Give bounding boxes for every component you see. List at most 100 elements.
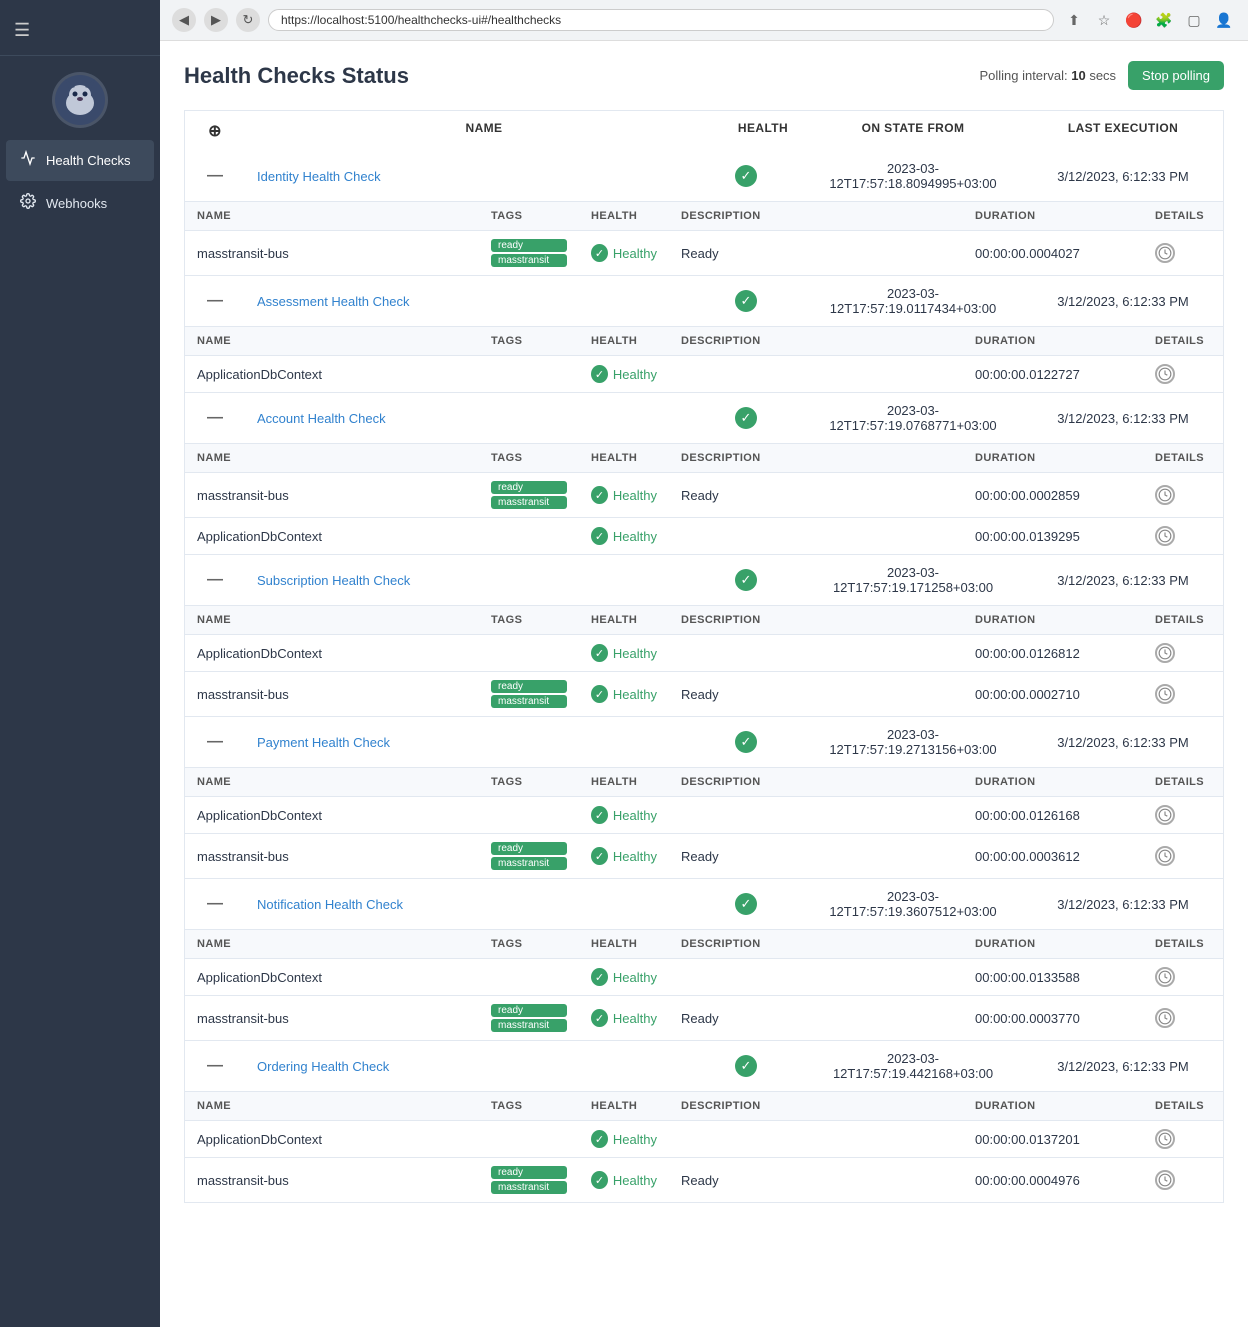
check-tags [479, 645, 579, 661]
check-details[interactable] [1143, 356, 1223, 392]
check-details[interactable] [1143, 235, 1223, 271]
check-tags: readymasstransit [479, 672, 579, 716]
sub-table: NAMETAGSHEALTHDESCRIPTIONDURATIONDETAILS… [184, 606, 1224, 717]
history-icon[interactable] [1155, 485, 1175, 505]
share-icon[interactable]: ⬆ [1062, 8, 1086, 32]
health-table: ⊕ NAME HEALTH ON STATE FROM LAST EXECUTI… [184, 110, 1224, 1203]
service-name[interactable]: Payment Health Check [245, 725, 723, 760]
health-label: Healthy [613, 246, 657, 261]
service-row: — Payment Health Check ✓ 2023-03-12T17:5… [184, 717, 1224, 768]
check-details[interactable] [1143, 1121, 1223, 1157]
check-tags: readymasstransit [479, 996, 579, 1040]
table-row: ApplicationDbContext ✓ Healthy 00:00:00.… [185, 797, 1223, 834]
history-icon[interactable] [1155, 243, 1175, 263]
sub-col-header-0: NAME [185, 202, 479, 230]
health-badge: ✓ Healthy [591, 365, 657, 383]
sub-table: NAMETAGSHEALTHDESCRIPTIONDURATIONDETAILS… [184, 1092, 1224, 1203]
health-check-icon: ✓ [591, 1130, 608, 1148]
sidebar-item-health-checks[interactable]: Health Checks [6, 140, 154, 181]
check-health: ✓ Healthy [579, 357, 669, 391]
history-icon[interactable] [1155, 1008, 1175, 1028]
table-row: masstransit-bus readymasstransit ✓ Healt… [185, 834, 1223, 878]
health-indicator: ✓ [735, 569, 757, 591]
collapse-icon[interactable]: — [185, 1047, 245, 1085]
sub-col-header-2: HEALTH [579, 1092, 669, 1120]
history-icon[interactable] [1155, 643, 1175, 663]
sub-table: NAMETAGSHEALTHDESCRIPTIONDURATIONDETAILS… [184, 327, 1224, 393]
page-title: Health Checks Status [184, 63, 409, 89]
back-button[interactable]: ◀ [172, 8, 196, 32]
collapse-icon[interactable]: — [185, 282, 245, 320]
sub-col-header-0: NAME [185, 327, 479, 355]
browser-bar: ◀ ▶ ↻ https://localhost:5100/healthcheck… [160, 0, 1248, 41]
service-name[interactable]: Account Health Check [245, 401, 723, 436]
check-health: ✓ Healthy [579, 1001, 669, 1035]
profile-icon[interactable]: 👤 [1212, 8, 1236, 32]
check-details[interactable] [1143, 838, 1223, 874]
service-name[interactable]: Ordering Health Check [245, 1049, 723, 1084]
service-name[interactable]: Identity Health Check [245, 159, 723, 194]
collapse-icon[interactable]: — [185, 885, 245, 923]
history-icon[interactable] [1155, 805, 1175, 825]
collapse-icon[interactable]: — [185, 561, 245, 599]
tag: masstransit [491, 254, 567, 267]
table-row: masstransit-bus readymasstransit ✓ Healt… [185, 231, 1223, 275]
health-check-icon: ✓ [591, 1009, 608, 1027]
window-icon[interactable]: ▢ [1182, 8, 1206, 32]
service-name[interactable]: Subscription Health Check [245, 563, 723, 598]
history-icon[interactable] [1155, 1170, 1175, 1190]
hamburger-icon[interactable]: ☰ [14, 20, 30, 41]
history-icon[interactable] [1155, 1129, 1175, 1149]
forward-button[interactable]: ▶ [204, 8, 228, 32]
check-details[interactable] [1143, 797, 1223, 833]
star-icon[interactable]: ☆ [1092, 8, 1116, 32]
sub-col-header-5: DETAILS [1143, 606, 1223, 634]
check-name: masstransit-bus [185, 1003, 479, 1034]
collapse-icon[interactable]: — [185, 157, 245, 195]
tag: ready [491, 1004, 567, 1017]
history-icon[interactable] [1155, 846, 1175, 866]
collapse-icon[interactable]: — [185, 399, 245, 437]
service-health: ✓ [723, 280, 803, 322]
check-details[interactable] [1143, 477, 1223, 513]
sub-table: NAMETAGSHEALTHDESCRIPTIONDURATIONDETAILS… [184, 202, 1224, 276]
health-check-icon: ✓ [591, 1171, 608, 1189]
puzzle-icon[interactable]: 🧩 [1152, 8, 1176, 32]
stop-polling-button[interactable]: Stop polling [1128, 61, 1224, 90]
check-health: ✓ Healthy [579, 1122, 669, 1156]
extension-icon[interactable]: 🔴 [1122, 8, 1146, 32]
reload-button[interactable]: ↻ [236, 8, 260, 32]
check-duration: 00:00:00.0003612 [963, 841, 1143, 872]
history-icon[interactable] [1155, 526, 1175, 546]
health-check-icon: ✓ [591, 847, 608, 865]
check-description [669, 528, 963, 544]
check-details[interactable] [1143, 635, 1223, 671]
check-details[interactable] [1143, 1000, 1223, 1036]
health-badge: ✓ Healthy [591, 244, 657, 262]
check-description: Ready [669, 1003, 963, 1034]
history-icon[interactable] [1155, 364, 1175, 384]
check-details[interactable] [1143, 676, 1223, 712]
url-bar[interactable]: https://localhost:5100/healthchecks-ui#/… [268, 9, 1054, 31]
collapse-icon[interactable]: — [185, 723, 245, 761]
sidebar-item-webhooks[interactable]: Webhooks [6, 183, 154, 224]
history-icon[interactable] [1155, 684, 1175, 704]
check-details[interactable] [1143, 518, 1223, 554]
sub-col-header-3: DESCRIPTION [669, 1092, 963, 1120]
check-name: ApplicationDbContext [185, 359, 479, 390]
check-details[interactable] [1143, 1162, 1223, 1198]
sub-col-header-5: DETAILS [1143, 444, 1223, 472]
table-row: ApplicationDbContext ✓ Healthy 00:00:00.… [185, 635, 1223, 672]
sub-col-header-1: TAGS [479, 444, 579, 472]
check-tags: readymasstransit [479, 834, 579, 878]
check-duration: 00:00:00.0133588 [963, 962, 1143, 993]
sub-header-row: NAMETAGSHEALTHDESCRIPTIONDURATIONDETAILS [185, 768, 1223, 797]
plus-icon[interactable]: ⊕ [208, 121, 222, 141]
history-icon[interactable] [1155, 967, 1175, 987]
health-check-icon: ✓ [591, 527, 608, 545]
check-details[interactable] [1143, 959, 1223, 995]
service-row: — Identity Health Check ✓ 2023-03-12T17:… [184, 151, 1224, 202]
service-name[interactable]: Notification Health Check [245, 887, 723, 922]
service-name[interactable]: Assessment Health Check [245, 284, 723, 319]
check-name: ApplicationDbContext [185, 800, 479, 831]
